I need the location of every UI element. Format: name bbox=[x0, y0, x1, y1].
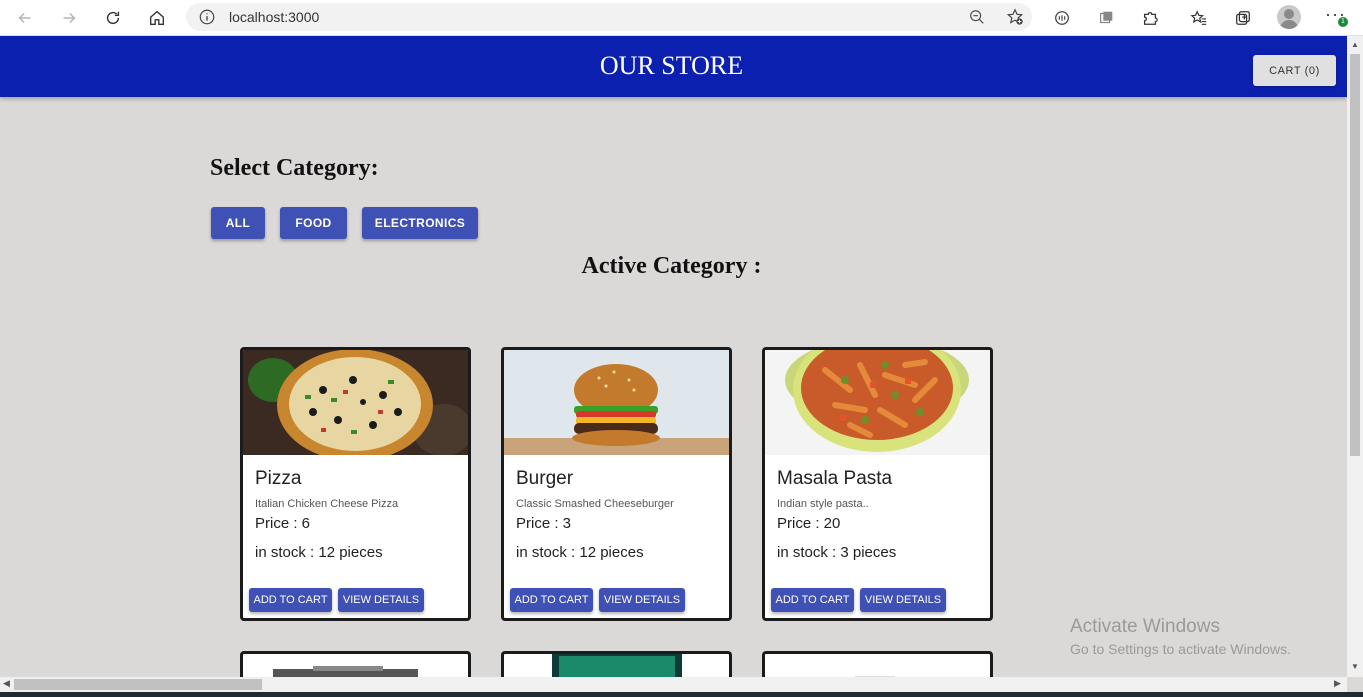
pasta-image bbox=[765, 350, 990, 455]
product-description: Italian Chicken Cheese Pizza bbox=[255, 498, 399, 510]
scroll-right-icon[interactable]: ▶ bbox=[1334, 678, 1341, 689]
product-card-burger: Burger Classic Smashed Cheeseburger Pric… bbox=[501, 347, 732, 621]
scroll-up-icon[interactable]: ▲ bbox=[1351, 40, 1359, 49]
product-name: Masala Pasta bbox=[777, 468, 893, 489]
product-price: Price : 20 bbox=[777, 515, 841, 532]
favorites-icon[interactable] bbox=[1187, 6, 1211, 30]
refresh-icon[interactable] bbox=[101, 6, 125, 30]
product-price: Price : 6 bbox=[255, 515, 311, 532]
product-card-masala-pasta: Masala Pasta Indian style pasta.. Price … bbox=[762, 347, 993, 621]
view-details-button[interactable]: VIEW DETAILS bbox=[599, 588, 685, 612]
product-name: Pizza bbox=[255, 468, 302, 489]
view-details-button[interactable]: VIEW DETAILS bbox=[338, 588, 424, 612]
extensions-puzzle-icon[interactable] bbox=[1138, 6, 1162, 30]
collections-icon[interactable] bbox=[1231, 6, 1255, 30]
product-stock: in stock : 12 pieces bbox=[516, 544, 644, 561]
select-category-heading: Select Category: bbox=[210, 155, 379, 181]
cart-button[interactable]: CART (0) bbox=[1253, 55, 1336, 86]
add-to-cart-button[interactable]: ADD TO CART bbox=[249, 588, 332, 612]
watermark-subtitle: Go to Settings to activate Windows. bbox=[1070, 641, 1291, 657]
category-food-button[interactable]: FOOD bbox=[280, 207, 347, 239]
vertical-scrollbar[interactable]: ▲ ▼ bbox=[1347, 36, 1363, 677]
pizza-image bbox=[243, 350, 468, 455]
product-stock: in stock : 12 pieces bbox=[255, 544, 383, 561]
active-category-heading: Active Category : bbox=[581, 253, 762, 279]
view-details-button[interactable]: VIEW DETAILS bbox=[860, 588, 946, 612]
watermark-title: Activate Windows bbox=[1070, 616, 1220, 637]
horizontal-scrollbar[interactable]: ◀ ▶ bbox=[0, 677, 1347, 692]
product-description: Classic Smashed Cheeseburger bbox=[516, 498, 674, 510]
address-bar[interactable]: localhost:3000 bbox=[186, 3, 1032, 31]
horizontal-scroll-thumb[interactable] bbox=[14, 679, 262, 690]
product-description: Indian style pasta.. bbox=[777, 498, 869, 510]
browser-toolbar: localhost:3000 ··· 1 bbox=[0, 0, 1363, 36]
product-card-pizza: Pizza Italian Chicken Cheese Pizza Price… bbox=[240, 347, 471, 621]
scroll-down-icon[interactable]: ▼ bbox=[1351, 662, 1359, 671]
product-price: Price : 3 bbox=[516, 515, 572, 532]
app-header: OUR STORE CART (0) bbox=[0, 36, 1347, 97]
store-title: OUR STORE bbox=[599, 51, 744, 80]
vertical-scroll-thumb[interactable] bbox=[1350, 54, 1360, 456]
extension-icon[interactable] bbox=[1094, 6, 1118, 30]
taskbar-strip bbox=[0, 692, 1363, 697]
read-aloud-icon[interactable] bbox=[1050, 6, 1074, 30]
home-icon[interactable] bbox=[145, 6, 169, 30]
category-all-button[interactable]: ALL bbox=[211, 207, 265, 239]
info-icon[interactable] bbox=[198, 8, 216, 26]
product-stock: in stock : 3 pieces bbox=[777, 544, 897, 561]
category-electronics-button[interactable]: ELECTRONICS bbox=[362, 207, 478, 239]
notification-badge: 1 bbox=[1338, 17, 1348, 27]
back-icon[interactable] bbox=[13, 6, 37, 30]
activate-windows-watermark: Activate Windows Go to Settings to activ… bbox=[1070, 616, 1291, 657]
url-text: localhost:3000 bbox=[229, 9, 320, 25]
scroll-left-icon[interactable]: ◀ bbox=[3, 678, 10, 689]
add-favorite-icon[interactable] bbox=[1006, 8, 1024, 26]
product-name: Burger bbox=[516, 468, 574, 489]
add-to-cart-button[interactable]: ADD TO CART bbox=[771, 588, 854, 612]
profile-avatar-icon[interactable] bbox=[1277, 5, 1301, 29]
zoom-out-icon[interactable] bbox=[968, 8, 986, 26]
forward-icon[interactable] bbox=[57, 6, 81, 30]
burger-image bbox=[504, 350, 729, 455]
add-to-cart-button[interactable]: ADD TO CART bbox=[510, 588, 593, 612]
